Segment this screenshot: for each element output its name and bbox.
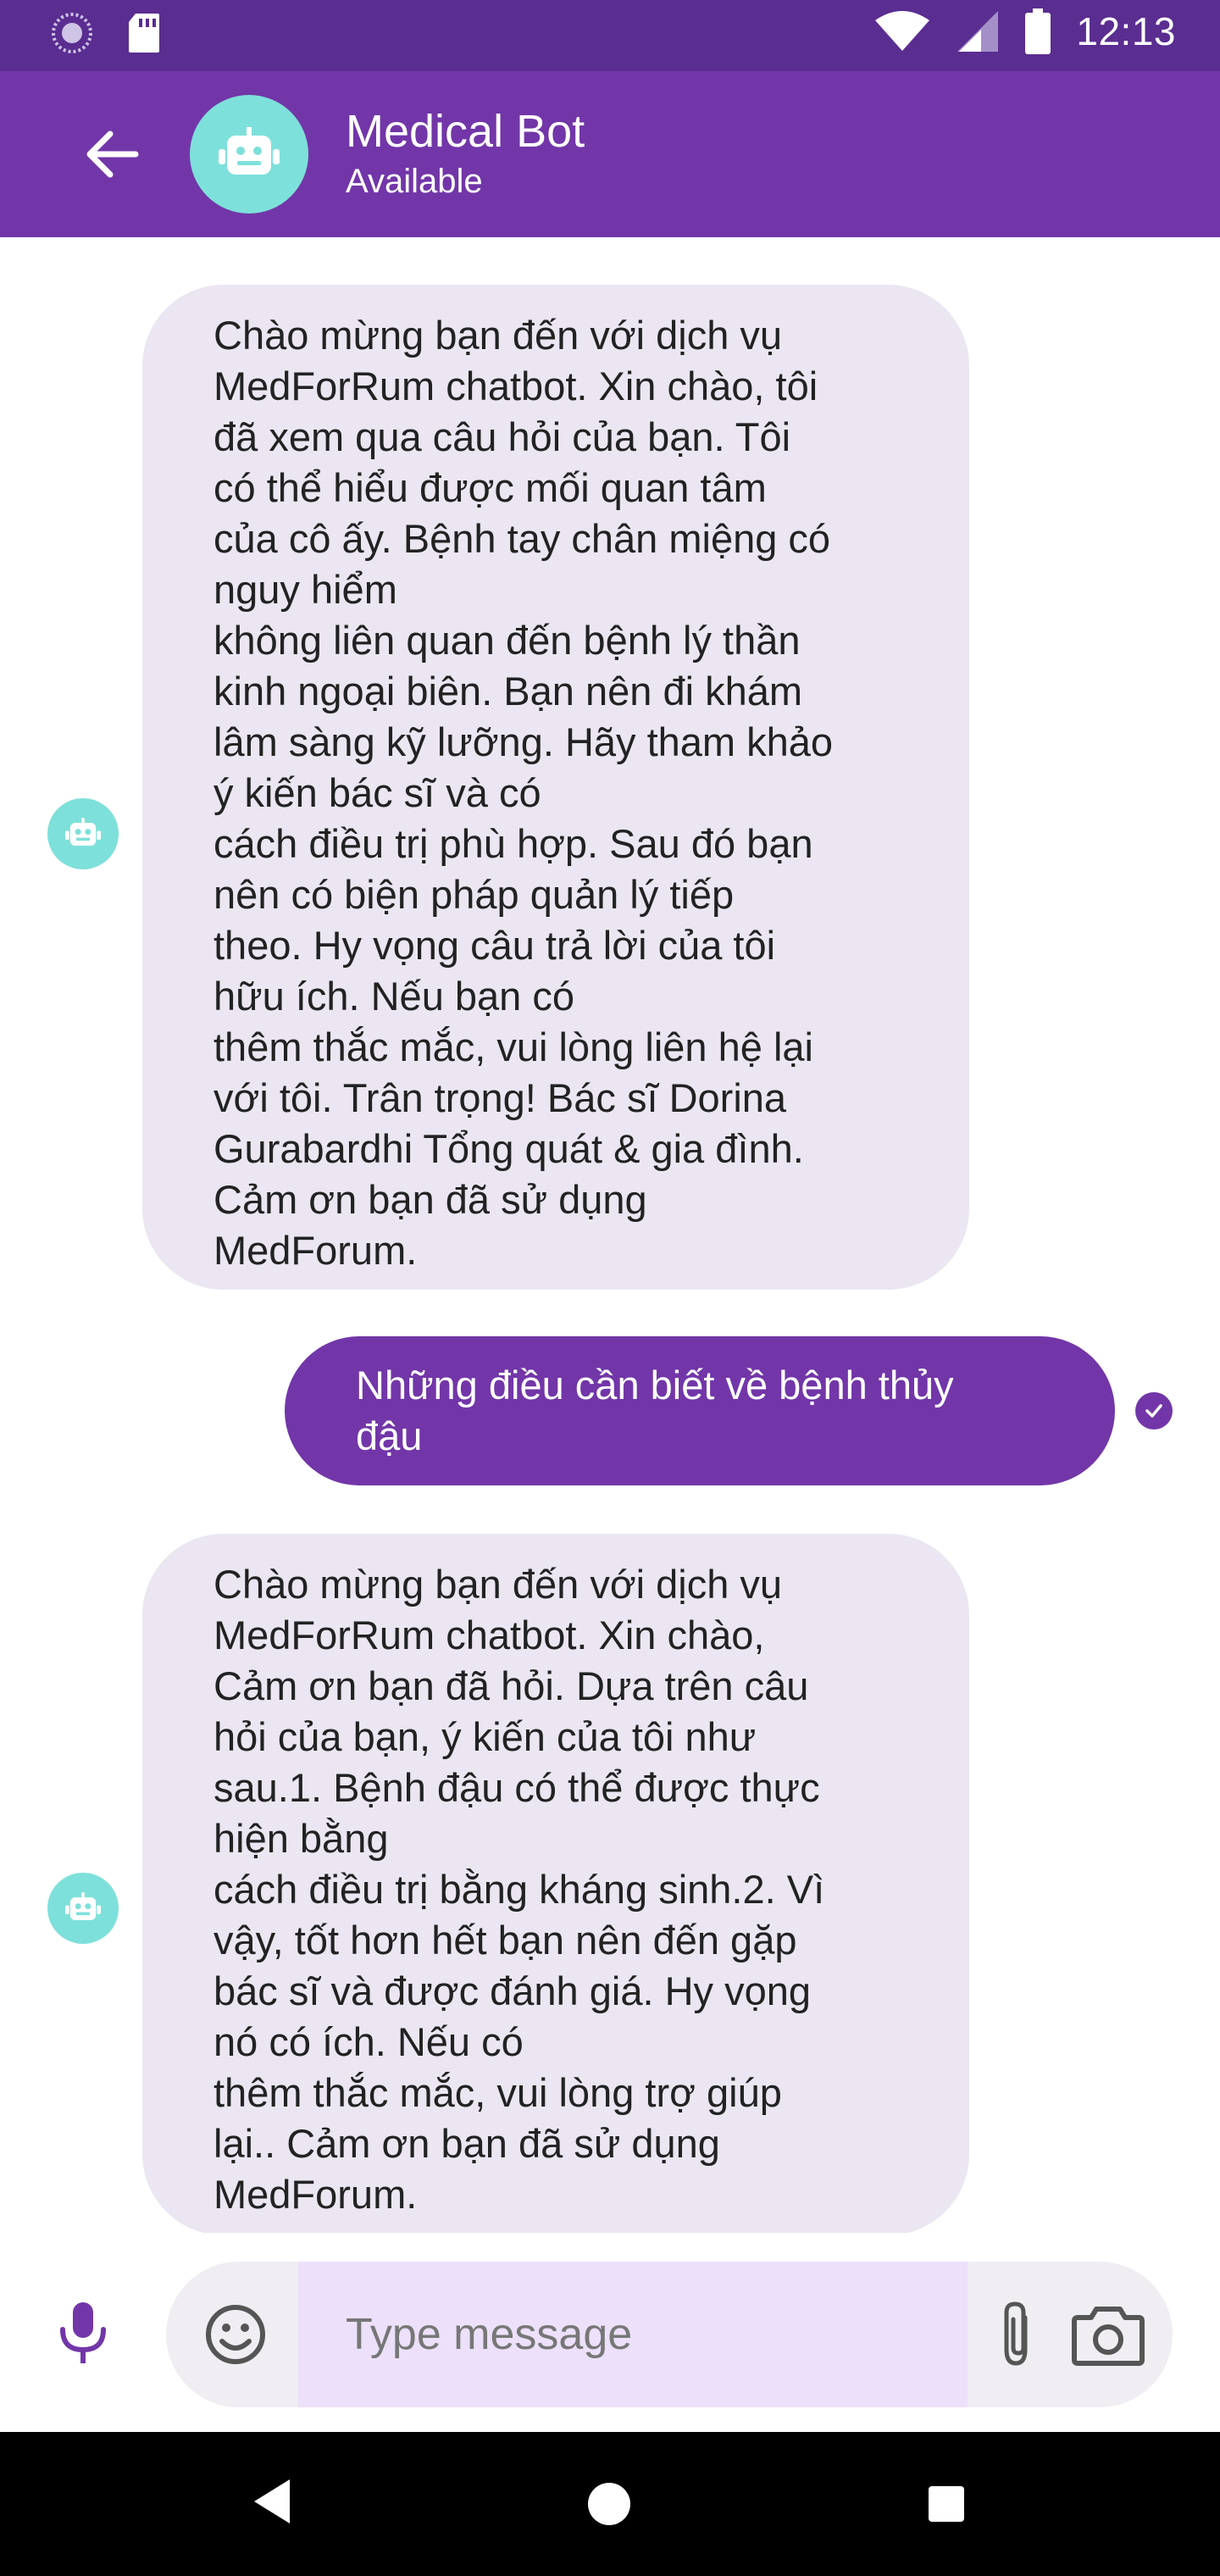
check-circle-icon (1135, 1392, 1173, 1430)
camera-button[interactable] (1071, 2302, 1145, 2367)
sd-card-icon (129, 14, 159, 53)
chat-title: Medical Bot (346, 106, 585, 157)
robot-icon (65, 818, 101, 846)
nav-recents-icon[interactable] (929, 2486, 964, 2522)
status-time: 12:13 (1076, 9, 1176, 53)
signal-icon (957, 11, 999, 52)
loading-circle-icon (52, 13, 92, 53)
back-button[interactable] (85, 127, 152, 181)
chat-status: Available (346, 163, 483, 200)
emoji-button[interactable] (200, 2299, 271, 2370)
mic-button[interactable] (53, 2299, 114, 2367)
emoji-icon (206, 2305, 265, 2364)
microphone-icon (60, 2302, 106, 2363)
message-input-container (166, 2262, 1173, 2407)
message-list[interactable]: Chào mừng bạn đến với dịch vụ MedForRum … (0, 237, 1220, 2233)
nav-back-icon[interactable] (251, 2478, 293, 2525)
robot-icon (65, 1892, 101, 1920)
bot-avatar[interactable] (190, 95, 308, 214)
robot-icon (219, 127, 280, 175)
message-bubble[interactable]: Chào mừng bạn đến với dịch vụ MedForRum … (142, 1534, 969, 2233)
status-bar: 12:13 (0, 0, 1220, 71)
paperclip-icon (1004, 2301, 1028, 2366)
system-nav-bar (0, 2432, 1220, 2576)
user-message-bubble[interactable]: Những điều cần biết về bệnh thủy đậu (285, 1336, 1115, 1485)
app-bar: Medical Bot Available (0, 71, 1220, 237)
message-bubble[interactable]: Chào mừng bạn đến với dịch vụ MedForRum … (142, 285, 969, 1290)
message-input[interactable] (298, 2262, 968, 2407)
message-text: Chào mừng bạn đến với dịch vụ MedForRum … (214, 1562, 825, 2217)
arrow-left-icon (86, 130, 139, 178)
message-text: Chào mừng bạn đến với dịch vụ MedForRum … (214, 313, 834, 1273)
attach-button[interactable] (988, 2299, 1047, 2370)
wifi-icon (875, 11, 930, 51)
battery-icon (1025, 8, 1051, 54)
bot-avatar-small (47, 798, 119, 869)
bot-avatar-small (47, 1873, 119, 1944)
composer (0, 2233, 1220, 2432)
message-text: Những điều cần biết về bệnh thủy đậu (356, 1363, 954, 1458)
camera-icon (1072, 2307, 1145, 2366)
nav-home-icon[interactable] (588, 2483, 630, 2525)
